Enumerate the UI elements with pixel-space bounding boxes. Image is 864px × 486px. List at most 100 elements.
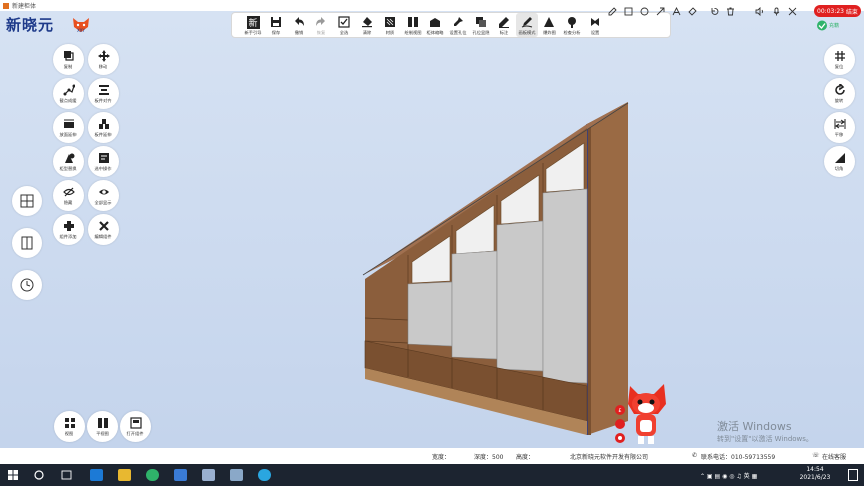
save-icon xyxy=(269,15,283,29)
height-readout: 高度： xyxy=(516,454,535,461)
svg-text:XXY: XXY xyxy=(77,28,85,33)
file-explorer-icon[interactable] xyxy=(118,469,131,481)
circle-icon[interactable] xyxy=(636,4,652,18)
hide-button[interactable]: 隐藏 xyxy=(53,180,84,211)
recording-stop[interactable]: 结束 xyxy=(846,7,858,16)
app-icon-2[interactable] xyxy=(202,469,215,481)
watermark-line2: 转到"设置"以激活 Windows。 xyxy=(717,435,813,443)
depth-readout: 深度：500 xyxy=(474,454,504,461)
select-operate-button[interactable]: 选中操作 xyxy=(88,146,119,177)
app-icon-1[interactable] xyxy=(174,469,187,481)
extend-face-icon xyxy=(62,118,76,130)
explode-icon xyxy=(542,15,556,29)
system-tray-icons[interactable]: ⌃ ▣ ▤ ◉ ◎ ♫ 英 ▦ xyxy=(700,471,757,480)
windows-start-icon[interactable] xyxy=(8,470,18,480)
chamfer-button[interactable]: 切角 xyxy=(824,146,855,177)
copy-icon xyxy=(62,50,76,62)
window-title: 新建柜体 xyxy=(12,3,37,10)
save-button[interactable]: 保存 xyxy=(265,13,287,37)
component-add-button[interactable]: 组件添加 xyxy=(53,214,84,245)
recording-time: 00:03:23 xyxy=(817,7,844,15)
fox-mascot-icon[interactable]: £ xyxy=(612,382,674,446)
settings-button[interactable]: 设置 xyxy=(584,13,606,37)
copy-button[interactable]: 复制 xyxy=(53,44,84,75)
notification-icon[interactable] xyxy=(848,469,858,481)
node-button[interactable]: 截点成缓 xyxy=(53,78,84,109)
speaker-icon[interactable] xyxy=(752,4,768,18)
fox-logo-icon: XXY xyxy=(73,18,89,33)
width-readout: 宽度： xyxy=(432,454,451,461)
taskbar-clock[interactable]: 14:54 2021/6/23 xyxy=(798,466,832,482)
rotate-view-button[interactable]: 旋转 xyxy=(824,78,855,109)
open-component-button[interactable]: 打开组件 xyxy=(120,411,151,442)
edge-icon[interactable] xyxy=(90,469,103,481)
square-icon[interactable] xyxy=(620,4,636,18)
eraser-button[interactable]: 清除 xyxy=(356,13,378,37)
rotate-icon[interactable] xyxy=(706,4,722,18)
highlighter-icon[interactable] xyxy=(684,4,700,18)
login-badge[interactable]: 充籍 xyxy=(816,19,852,31)
pan-icon xyxy=(833,118,847,130)
open-component-icon xyxy=(129,416,143,429)
flat-view-icon xyxy=(96,417,110,429)
explode-button[interactable]: 爆炸图 xyxy=(538,13,560,37)
align-button[interactable]: 板件对齐 xyxy=(88,78,119,109)
3d-viewport[interactable] xyxy=(0,11,864,448)
online-service-link[interactable]: 在线客服 xyxy=(822,452,846,461)
pencil-icon[interactable] xyxy=(604,4,620,18)
login-label: 充籍 xyxy=(829,22,840,29)
layout-button[interactable] xyxy=(12,186,42,216)
microphone-icon[interactable] xyxy=(768,4,784,18)
phone-icon: ✆ xyxy=(692,452,698,459)
show-all-button[interactable]: 全部显示 xyxy=(88,180,119,211)
trash-icon[interactable] xyxy=(722,4,738,18)
undo-icon xyxy=(292,15,306,29)
new-guide-icon: 新 xyxy=(246,15,260,29)
separator xyxy=(738,4,752,18)
replace-button[interactable]: 柜型替换 xyxy=(53,146,84,177)
select-all-button[interactable]: 全选 xyxy=(333,13,355,37)
close-icon[interactable] xyxy=(784,4,800,18)
component-add-icon xyxy=(62,220,76,232)
drawing-board-icon xyxy=(520,15,534,29)
settings-icon xyxy=(588,15,602,29)
chamfer-icon xyxy=(833,152,847,164)
material-button[interactable]: 材质 xyxy=(379,13,401,37)
redo-button[interactable]: 恢复 xyxy=(310,13,332,37)
cabinet-thumbnail-button[interactable]: 柜体缩略 xyxy=(424,13,446,37)
reset-button[interactable]: 复位 xyxy=(824,44,855,75)
task-view-icon[interactable] xyxy=(61,470,72,480)
text-icon[interactable] xyxy=(668,4,684,18)
hole-visibility-button[interactable]: 孔位显隐 xyxy=(470,13,492,37)
svg-text:£: £ xyxy=(618,408,621,414)
panel-split-button[interactable] xyxy=(12,228,42,258)
redo-icon xyxy=(314,15,328,29)
arrow-icon[interactable] xyxy=(652,4,668,18)
cabinet-model[interactable] xyxy=(0,11,864,448)
view-button[interactable]: 视图 xyxy=(54,411,85,442)
select-all-icon xyxy=(337,15,351,29)
move-button[interactable]: 移动 xyxy=(88,44,119,75)
draw-view-button[interactable]: 绘制视图 xyxy=(402,13,424,37)
component-edit-button[interactable]: 编辑组件 xyxy=(88,214,119,245)
recording-indicator[interactable]: 00:03:23 结束 xyxy=(814,5,861,17)
wechat-icon[interactable] xyxy=(146,469,159,481)
board-extend-button[interactable]: 板件延伸 xyxy=(88,112,119,143)
undo-button[interactable]: 撤销 xyxy=(288,13,310,37)
flat-view-button[interactable]: 平视图 xyxy=(87,411,118,442)
new-guide-button[interactable]: 新 新手引导 xyxy=(242,13,264,37)
hole-visibility-icon xyxy=(474,15,488,29)
show-all-icon xyxy=(97,186,111,198)
drawing-board-button[interactable]: 画板模式 xyxy=(515,13,538,37)
pan-button[interactable]: 平移 xyxy=(824,112,855,143)
set-hole-button[interactable]: 设置孔位 xyxy=(447,13,469,37)
extend-face-button[interactable]: 放面延伸 xyxy=(53,112,84,143)
annotate-button[interactable]: 标注 xyxy=(493,13,515,37)
check-analysis-button[interactable]: 检查分析 xyxy=(561,13,583,37)
app-icon-4[interactable] xyxy=(258,469,271,481)
search-icon[interactable] xyxy=(34,470,44,480)
app-icon-3[interactable] xyxy=(230,469,243,481)
history-button[interactable] xyxy=(12,270,42,300)
material-icon xyxy=(383,15,397,29)
clock-time: 14:54 xyxy=(806,466,824,473)
